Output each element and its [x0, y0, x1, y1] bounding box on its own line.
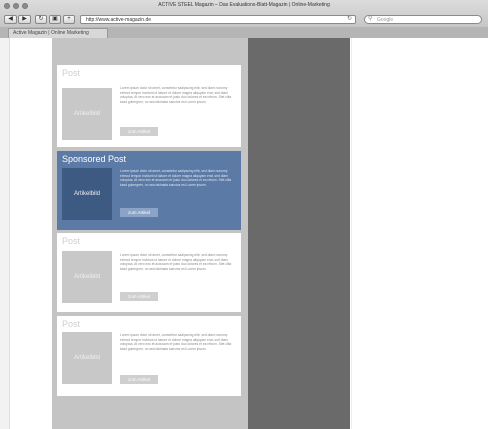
page-viewport: Post Artikelbild Lorem ipsum dolor sit a… — [0, 38, 488, 429]
search-placeholder[interactable]: Google — [377, 17, 393, 23]
reload-button[interactable]: ↻ — [35, 15, 47, 24]
post-excerpt: Lorem ipsum dolor sit amet, consetetur s… — [120, 169, 232, 188]
back-arrow-icon: ◀ — [8, 16, 13, 22]
article-image[interactable]: Artikelbild — [62, 88, 112, 140]
reload-icon: ↻ — [38, 16, 44, 22]
article-image-label: Artikelbild — [73, 191, 100, 197]
post-title: Post — [62, 236, 81, 246]
post-card: Post Artikelbild Lorem ipsum dolor sit a… — [57, 316, 241, 396]
left-margin — [0, 38, 10, 429]
read-article-button[interactable]: zum Artikel — [120, 292, 158, 301]
sponsored-post-card: Sponsored Post Artikelbild Lorem ipsum d… — [57, 151, 241, 230]
address-bar[interactable]: http://www.active-magazin.de ↻ — [80, 15, 356, 24]
back-button[interactable]: ◀ — [4, 15, 17, 24]
tab-active-magazin[interactable]: Active Magazin | Online Marketing — [8, 28, 108, 38]
plus-icon: + — [67, 16, 71, 22]
read-article-button[interactable]: zum Artikel — [120, 375, 158, 384]
post-card: Post Artikelbild Lorem ipsum dolor sit a… — [57, 233, 241, 312]
right-whitespace — [351, 38, 488, 429]
window-title: ACTIVE STEEL Magazin – Das Evaluations-B… — [158, 2, 330, 8]
read-article-button[interactable]: zum Artikel — [120, 127, 158, 136]
post-title: Post — [62, 68, 81, 78]
book-icon: ▣ — [52, 16, 58, 22]
article-image[interactable]: Artikelbild — [62, 332, 112, 384]
title-bar: ACTIVE STEEL Magazin – Das Evaluations-B… — [0, 0, 488, 13]
post-card: Post Artikelbild Lorem ipsum dolor sit a… — [57, 65, 241, 147]
read-article-button[interactable]: zum Artikel — [120, 208, 158, 217]
post-excerpt: Lorem ipsum dolor sit amet, consetetur s… — [120, 333, 232, 352]
browser-chrome: ACTIVE STEEL Magazin – Das Evaluations-B… — [0, 0, 488, 39]
article-image-label: Artikelbild — [73, 274, 100, 280]
refresh-icon[interactable]: ↻ — [347, 16, 352, 23]
add-bookmark-button[interactable]: + — [63, 15, 75, 24]
article-image-label: Artikelbild — [73, 111, 100, 117]
url-text[interactable]: http://www.active-magazin.de — [86, 17, 151, 23]
post-excerpt: Lorem ipsum dolor sit amet, consetetur s… — [120, 86, 232, 105]
bookmark-button[interactable]: ▣ — [49, 15, 61, 24]
article-image[interactable]: Artikelbild — [62, 168, 112, 220]
tab-bar: Active Magazin | Online Marketing — [0, 27, 488, 38]
search-icon: ⚲ — [368, 16, 373, 22]
post-title: Post — [62, 319, 81, 329]
forward-button[interactable]: ▶ — [18, 15, 31, 24]
article-image[interactable]: Artikelbild — [62, 251, 112, 303]
forward-arrow-icon: ▶ — [22, 16, 27, 22]
sidebar-column — [248, 38, 350, 429]
browser-toolbar: ◀ ▶ ↻ ▣ + http://www.active-magazin.de ↻… — [0, 13, 488, 27]
post-excerpt: Lorem ipsum dolor sit amet, consetetur s… — [120, 253, 232, 272]
search-field[interactable]: ⚲ Google — [364, 15, 482, 24]
article-image-label: Artikelbild — [73, 355, 100, 361]
sponsored-post-title: Sponsored Post — [62, 154, 127, 164]
